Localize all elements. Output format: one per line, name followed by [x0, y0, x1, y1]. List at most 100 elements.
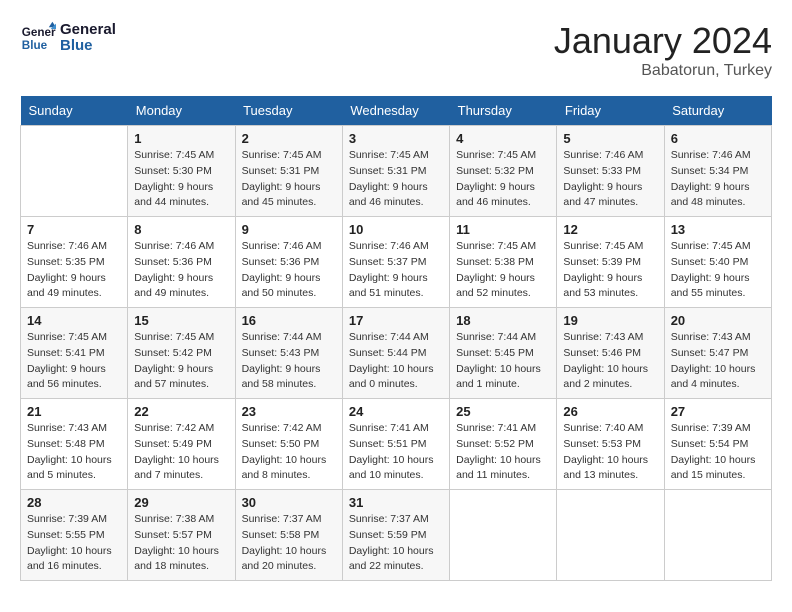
day-number: 4 — [456, 131, 550, 146]
day-number: 21 — [27, 404, 121, 419]
day-number: 12 — [563, 222, 657, 237]
logo-text-general: General — [60, 22, 116, 39]
day-info: Sunrise: 7:45 AM Sunset: 5:41 PM Dayligh… — [27, 330, 121, 393]
location-title: Babatorun, Turkey — [554, 62, 772, 80]
calendar-cell: 21Sunrise: 7:43 AM Sunset: 5:48 PM Dayli… — [21, 399, 128, 490]
calendar-cell: 22 Sunrise: 7:42 AM Sunset: 5:49 PM Dayli… — [128, 399, 235, 490]
day-number: 18 — [456, 313, 550, 328]
day-info: Sunrise: 7:45 AM Sunset: 5:40 PM Dayligh… — [671, 239, 765, 302]
calendar-cell: 19Sunrise: 7:43 AM Sunset: 5:46 PM Dayli… — [557, 308, 664, 399]
day-number: 11 — [456, 222, 550, 237]
day-info: Sunrise: 7:37 AM Sunset: 5:58 PM Dayligh… — [242, 512, 336, 575]
calendar-cell: 30Sunrise: 7:37 AM Sunset: 5:58 PM Dayli… — [235, 490, 342, 581]
day-info: Sunrise: 7:45 AM Sunset: 5:31 PM Dayligh… — [242, 148, 336, 211]
day-info: Sunrise: 7:45 AM Sunset: 5:39 PM Dayligh… — [563, 239, 657, 302]
day-number: 2 — [242, 131, 336, 146]
day-info: Sunrise: 7:46 AM Sunset: 5:37 PM Dayligh… — [349, 239, 443, 302]
day-info: Sunrise: 7:37 AM Sunset: 5:59 PM Dayligh… — [349, 512, 443, 575]
calendar-cell — [557, 490, 664, 581]
day-number: 31 — [349, 495, 443, 510]
day-info: Sunrise: 7:46 AM Sunset: 5:35 PM Dayligh… — [27, 239, 121, 302]
calendar-cell: 24Sunrise: 7:41 AM Sunset: 5:51 PM Dayli… — [342, 399, 449, 490]
logo-icon: General Blue — [20, 20, 56, 56]
day-number: 8 — [134, 222, 228, 237]
calendar-cell: 20 Sunrise: 7:43 AM Sunset: 5:47 PM Dayli… — [664, 308, 771, 399]
day-header-friday: Friday — [557, 96, 664, 126]
day-info: Sunrise: 7:45 AM Sunset: 5:31 PM Dayligh… — [349, 148, 443, 211]
day-info: Sunrise: 7:45 AM Sunset: 5:42 PM Dayligh… — [134, 330, 228, 393]
calendar-cell: 1Sunrise: 7:45 AM Sunset: 5:30 PM Daylig… — [128, 126, 235, 217]
day-number: 6 — [671, 131, 765, 146]
calendar-cell: 13 Sunrise: 7:45 AM Sunset: 5:40 PM Dayli… — [664, 217, 771, 308]
day-info: Sunrise: 7:39 AM Sunset: 5:54 PM Dayligh… — [671, 421, 765, 484]
day-info: Sunrise: 7:44 AM Sunset: 5:45 PM Dayligh… — [456, 330, 550, 393]
day-header-thursday: Thursday — [450, 96, 557, 126]
calendar-cell: 28 Sunrise: 7:39 AM Sunset: 5:55 PM Dayli… — [21, 490, 128, 581]
day-number: 23 — [242, 404, 336, 419]
calendar-cell: 29Sunrise: 7:38 AM Sunset: 5:57 PM Dayli… — [128, 490, 235, 581]
day-info: Sunrise: 7:42 AM Sunset: 5:50 PM Dayligh… — [242, 421, 336, 484]
day-number: 5 — [563, 131, 657, 146]
day-header-saturday: Saturday — [664, 96, 771, 126]
calendar-cell: 11 Sunrise: 7:45 AM Sunset: 5:38 PM Dayli… — [450, 217, 557, 308]
day-number: 13 — [671, 222, 765, 237]
day-number: 20 — [671, 313, 765, 328]
calendar-cell: 2 Sunrise: 7:45 AM Sunset: 5:31 PM Daylig… — [235, 126, 342, 217]
day-info: Sunrise: 7:45 AM Sunset: 5:32 PM Dayligh… — [456, 148, 550, 211]
calendar-cell — [450, 490, 557, 581]
calendar-cell: 10 Sunrise: 7:46 AM Sunset: 5:37 PM Dayli… — [342, 217, 449, 308]
day-info: Sunrise: 7:38 AM Sunset: 5:57 PM Dayligh… — [134, 512, 228, 575]
calendar-cell: 16 Sunrise: 7:44 AM Sunset: 5:43 PM Dayli… — [235, 308, 342, 399]
day-number: 26 — [563, 404, 657, 419]
calendar-cell: 14 Sunrise: 7:45 AM Sunset: 5:41 PM Dayli… — [21, 308, 128, 399]
calendar-cell: 7 Sunrise: 7:46 AM Sunset: 5:35 PM Daylig… — [21, 217, 128, 308]
day-number: 10 — [349, 222, 443, 237]
day-header-monday: Monday — [128, 96, 235, 126]
day-number: 25 — [456, 404, 550, 419]
logo-text-blue: Blue — [60, 38, 116, 55]
day-number: 9 — [242, 222, 336, 237]
day-number: 14 — [27, 313, 121, 328]
calendar-cell: 26 Sunrise: 7:40 AM Sunset: 5:53 PM Dayli… — [557, 399, 664, 490]
day-info: Sunrise: 7:40 AM Sunset: 5:53 PM Dayligh… — [563, 421, 657, 484]
calendar-cell: 31 Sunrise: 7:37 AM Sunset: 5:59 PM Dayli… — [342, 490, 449, 581]
day-number: 16 — [242, 313, 336, 328]
day-info: Sunrise: 7:46 AM Sunset: 5:36 PM Dayligh… — [134, 239, 228, 302]
day-info: Sunrise: 7:44 AM Sunset: 5:43 PM Dayligh… — [242, 330, 336, 393]
calendar-table: SundayMondayTuesdayWednesdayThursdayFrid… — [20, 96, 772, 581]
day-number: 24 — [349, 404, 443, 419]
svg-text:General: General — [22, 26, 56, 39]
day-number: 15 — [134, 313, 228, 328]
day-info: Sunrise: 7:41 AM Sunset: 5:52 PM Dayligh… — [456, 421, 550, 484]
calendar-cell: 23 Sunrise: 7:42 AM Sunset: 5:50 PM Dayli… — [235, 399, 342, 490]
day-header-sunday: Sunday — [21, 96, 128, 126]
day-info: Sunrise: 7:43 AM Sunset: 5:47 PM Dayligh… — [671, 330, 765, 393]
day-info: Sunrise: 7:46 AM Sunset: 5:33 PM Dayligh… — [563, 148, 657, 211]
calendar-cell: 9 Sunrise: 7:46 AM Sunset: 5:36 PM Daylig… — [235, 217, 342, 308]
calendar-cell: 3 Sunrise: 7:45 AM Sunset: 5:31 PM Daylig… — [342, 126, 449, 217]
day-info: Sunrise: 7:46 AM Sunset: 5:36 PM Dayligh… — [242, 239, 336, 302]
page-header: General Blue General Blue January 2024 B… — [20, 20, 772, 80]
calendar-cell: 6 Sunrise: 7:46 AM Sunset: 5:34 PM Daylig… — [664, 126, 771, 217]
calendar-cell: 5 Sunrise: 7:46 AM Sunset: 5:33 PM Daylig… — [557, 126, 664, 217]
calendar-cell: 17Sunrise: 7:44 AM Sunset: 5:44 PM Dayli… — [342, 308, 449, 399]
day-header-wednesday: Wednesday — [342, 96, 449, 126]
day-info: Sunrise: 7:42 AM Sunset: 5:49 PM Dayligh… — [134, 421, 228, 484]
day-number: 3 — [349, 131, 443, 146]
day-number: 7 — [27, 222, 121, 237]
svg-text:Blue: Blue — [22, 39, 48, 52]
calendar-cell — [664, 490, 771, 581]
calendar-cell: 25 Sunrise: 7:41 AM Sunset: 5:52 PM Dayli… — [450, 399, 557, 490]
day-info: Sunrise: 7:46 AM Sunset: 5:34 PM Dayligh… — [671, 148, 765, 211]
calendar-cell: 8 Sunrise: 7:46 AM Sunset: 5:36 PM Daylig… — [128, 217, 235, 308]
day-info: Sunrise: 7:43 AM Sunset: 5:46 PM Dayligh… — [563, 330, 657, 393]
day-number: 1 — [134, 131, 228, 146]
month-title: January 2024 — [554, 20, 772, 62]
day-number: 27 — [671, 404, 765, 419]
day-info: Sunrise: 7:45 AM Sunset: 5:38 PM Dayligh… — [456, 239, 550, 302]
calendar-cell: 4 Sunrise: 7:45 AM Sunset: 5:32 PM Daylig… — [450, 126, 557, 217]
day-number: 22 — [134, 404, 228, 419]
day-info: Sunrise: 7:39 AM Sunset: 5:55 PM Dayligh… — [27, 512, 121, 575]
day-number: 28 — [27, 495, 121, 510]
day-number: 17 — [349, 313, 443, 328]
